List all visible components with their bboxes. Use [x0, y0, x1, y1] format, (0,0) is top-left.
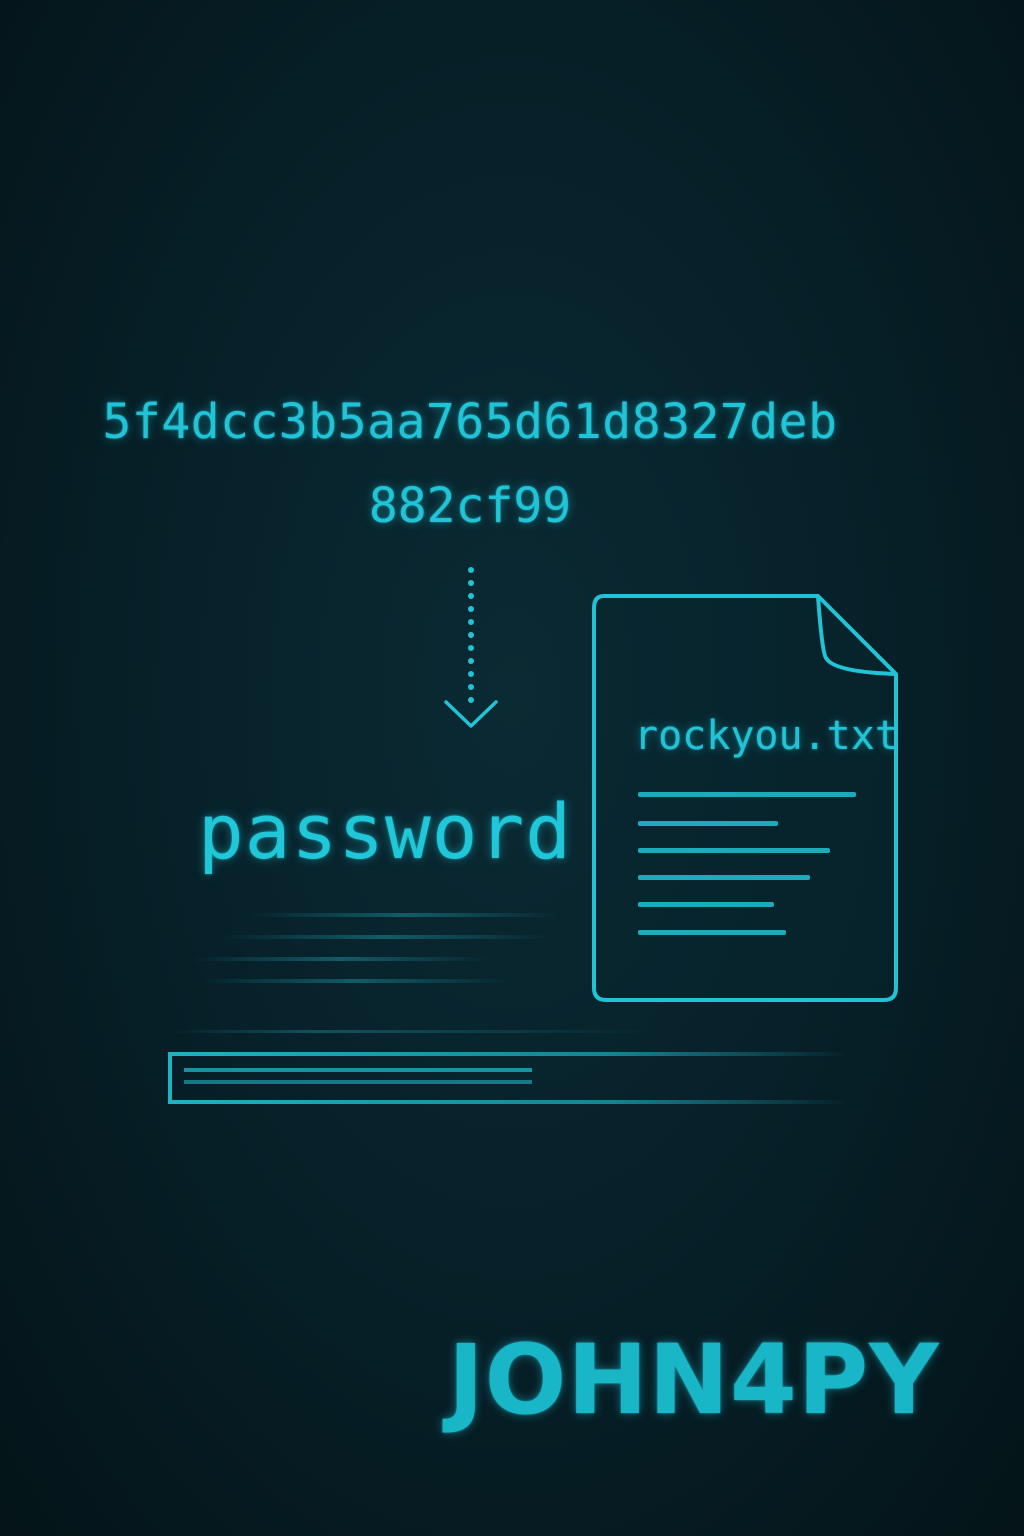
progress-bar [168, 1030, 850, 1104]
cracked-password: password [198, 787, 573, 876]
brand-logo-text: JOHN4PY [448, 1324, 940, 1436]
hash-line-1: 5f4dcc3b5aa765d61d8327deb [102, 394, 838, 450]
speed-lines [190, 913, 560, 983]
hash-line-2: 882cf99 [368, 478, 572, 534]
document-icon [592, 594, 898, 1002]
wordlist-filename: rockyou.txt [634, 713, 899, 759]
dotted-arrow-down-icon [444, 567, 498, 728]
